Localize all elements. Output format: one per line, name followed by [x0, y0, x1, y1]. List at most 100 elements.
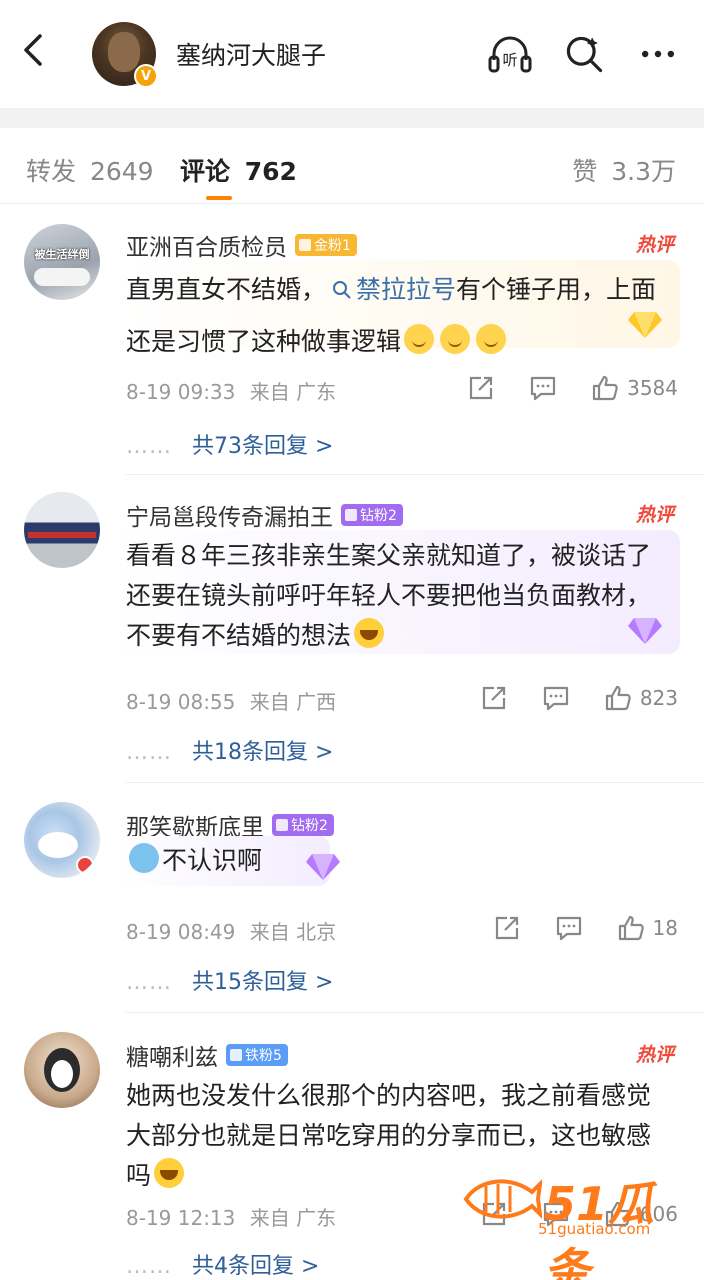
commenter-header: 亚洲百合质检员 金粉1: [126, 228, 357, 262]
site-watermark: 51瓜条 51guatiao.com: [462, 1168, 692, 1280]
replies-label: 共18条回复 >: [192, 740, 334, 765]
avatar-face: [108, 32, 140, 72]
commenter-avatar[interactable]: 被生活绊倒: [24, 224, 100, 300]
comment-separator: [126, 1012, 704, 1013]
replies-link[interactable]: …… 共15条回复 >: [126, 964, 333, 996]
comment-actions: 3584: [467, 374, 678, 402]
replies-link[interactable]: …… 共18条回复 >: [126, 734, 333, 766]
comment-meta: 8-19 09:33 来自 广东: [126, 376, 336, 405]
search-icon: [566, 36, 603, 73]
like-button[interactable]: 3584: [591, 374, 678, 402]
tab-comments[interactable]: 评论 762: [180, 152, 297, 188]
hot-comment-badge: 热评: [635, 234, 674, 256]
topic-search-icon: [333, 281, 351, 299]
like-count: 823: [639, 686, 678, 710]
replies-label: 共4条回复 >: [192, 1254, 320, 1279]
commenter-avatar[interactable]: [24, 492, 100, 568]
reply-button[interactable]: [542, 684, 570, 712]
comment-actions: 18: [493, 914, 678, 942]
avatar-train-stripe: [28, 532, 96, 538]
comment-meta: 8-19 12:13 来自 广东: [126, 1202, 336, 1231]
avatar-caption: 被生活绊倒: [34, 248, 90, 261]
reply-dots: ……: [126, 970, 172, 995]
comment-text-pre: 直男直女不结婚，: [126, 275, 327, 304]
fan-badge: 金粉1: [295, 234, 357, 256]
fan-badge: 钻粉2: [341, 504, 403, 526]
comment-time: 8-19 08:55: [126, 690, 236, 714]
watermark-url: 51guatiao.com: [538, 1220, 651, 1238]
tab-likes-label: 赞: [572, 157, 598, 186]
comment-text-body: 看看８年三孩非亲生案父亲就知道了，被谈话了还要在镜头前呼吁年轻人不要把他当负面教…: [126, 541, 652, 650]
laugh-cry-emoji-icon: [154, 1158, 185, 1188]
fan-gem-icon: [345, 509, 357, 521]
tab-likes[interactable]: 赞 3.3万: [572, 152, 676, 188]
tab-likes-count: 3.3万: [611, 157, 676, 186]
section-divider: [0, 108, 704, 128]
smile-emoji-icon: [404, 324, 435, 354]
comment-bubble[interactable]: 不认识啊: [116, 836, 340, 886]
commenter-name[interactable]: 宁局邕段传奇漏拍王: [126, 498, 333, 532]
share-icon: [482, 686, 505, 710]
comment-location: 来自 北京: [249, 920, 337, 944]
topic-link[interactable]: 禁拉拉号: [326, 275, 456, 304]
reply-button[interactable]: [529, 374, 557, 402]
tab-repost[interactable]: 转发 2649: [26, 152, 154, 188]
like-button[interactable]: 18: [617, 914, 678, 942]
author-name[interactable]: 塞纳河大腿子: [176, 36, 326, 72]
back-button[interactable]: [16, 30, 56, 70]
reply-dots: ……: [126, 1254, 172, 1279]
commenter-avatar[interactable]: [24, 802, 100, 878]
reply-button[interactable]: [555, 914, 583, 942]
comment-text: 不认识啊: [126, 840, 320, 882]
fan-badge-label: 铁粉5: [245, 1048, 282, 1064]
commenter-name[interactable]: 亚洲百合质检员: [126, 228, 287, 262]
listen-button[interactable]: 听: [486, 30, 534, 78]
tab-repost-label: 转发: [26, 157, 77, 186]
laugh-cry-emoji-icon: [354, 618, 385, 648]
comment-time: 8-19 12:13: [126, 1206, 236, 1230]
smile-emoji-icon: [476, 324, 507, 354]
share-icon: [495, 916, 518, 940]
comment-bubble[interactable]: 看看８年三孩非亲生案父亲就知道了，被谈话了还要在镜头前呼吁年轻人不要把他当负面教…: [116, 530, 680, 654]
fan-gem-icon: [230, 1049, 242, 1061]
comment-actions: 823: [480, 684, 678, 712]
purple-gem-icon: [306, 854, 340, 880]
comment-separator: [126, 782, 704, 783]
tab-comments-label: 评论: [180, 157, 231, 186]
comment-bubble[interactable]: 直男直女不结婚， 禁拉拉号有个锤子用，上面还是习惯了这种做事逻辑: [116, 260, 680, 356]
more-button[interactable]: [634, 30, 682, 78]
watermark-fish-logo: [463, 1179, 542, 1219]
comment-location: 来自 广西: [249, 690, 337, 714]
avatar-badge-icon: [76, 856, 94, 874]
top-bar: V 塞纳河大腿子 听: [0, 0, 704, 96]
comment-time: 8-19 08:49: [126, 920, 236, 944]
comment-text: 看看８年三孩非亲生案父亲就知道了，被谈话了还要在镜头前呼吁年轻人不要把他当负面教…: [126, 534, 670, 656]
replies-link[interactable]: …… 共4条回复 >: [126, 1248, 319, 1280]
thumbs-up-icon: [592, 375, 618, 401]
share-button[interactable]: [467, 374, 495, 402]
share-button[interactable]: [493, 914, 521, 942]
smile-emoji-icon: [440, 324, 471, 354]
commenter-name[interactable]: 糖嘲利兹: [126, 1038, 218, 1072]
like-count: 3584: [627, 376, 678, 400]
fan-gem-icon: [276, 819, 288, 831]
search-button[interactable]: [560, 30, 608, 78]
like-button[interactable]: 823: [604, 684, 678, 712]
topic-label: 禁拉拉号: [356, 275, 457, 304]
reply-dots: ……: [126, 434, 172, 459]
share-button[interactable]: [480, 684, 508, 712]
comment-text: 直男直女不结婚， 禁拉拉号有个锤子用，上面还是习惯了这种做事逻辑: [126, 264, 670, 368]
avatar-figure: [34, 268, 90, 286]
replies-link[interactable]: …… 共73条回复 >: [126, 428, 333, 460]
tab-comments-count: 762: [244, 157, 297, 186]
fan-badge: 钻粉2: [272, 814, 334, 836]
share-icon: [469, 376, 493, 400]
fan-badge-label: 金粉1: [314, 238, 351, 254]
active-tab-indicator: [206, 196, 232, 200]
comment-icon: [543, 686, 568, 711]
headphones-icon: 听: [488, 36, 532, 73]
author-avatar[interactable]: V: [92, 22, 158, 88]
commenter-avatar[interactable]: [24, 1032, 100, 1108]
stats-tabs: 转发 2649 评论 762 赞 3.3万: [0, 128, 704, 204]
fan-badge-label: 钻粉2: [360, 508, 397, 524]
